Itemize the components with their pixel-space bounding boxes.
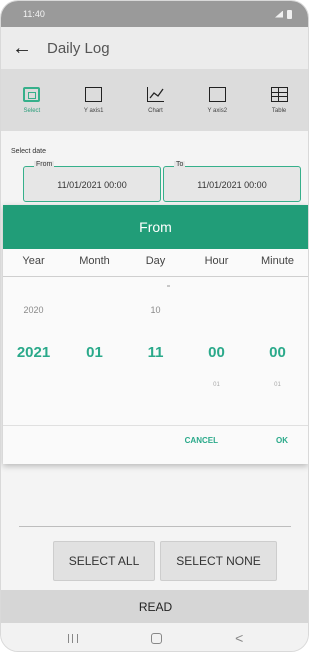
select-none-button[interactable]: SELECT NONE [160,541,277,581]
day-wheel-selected[interactable]: 11 [125,344,186,361]
column-day-header: Day [145,255,166,267]
tab-chart[interactable]: Chart [125,69,187,131]
year-wheel-selected[interactable]: 2021 [3,344,64,361]
read-button[interactable]: READ [1,590,308,623]
hour-wheel-previous[interactable] [186,305,247,315]
home-icon[interactable] [150,632,162,644]
phone-screen: 11:40 ← Daily Log Select Y axis1 Chart Y… [0,0,309,652]
picker-row-previous: 2020 10 [3,305,308,315]
year-wheel-next[interactable] [3,382,64,388]
status-time: 11:40 [23,9,45,19]
tab-table-label: Table [271,107,287,114]
tab-chart-label: Chart [148,107,163,114]
day-wheel-previous[interactable]: 10 [125,305,186,315]
picker-row-selected: 2021 01 11 00 00 [3,344,308,361]
divider [19,526,291,527]
cancel-button[interactable]: CANCEL [185,434,218,447]
tab-y-axis1-label: Y axis1 [83,107,104,114]
tab-y-axis2-label: Y axis2 [207,107,228,114]
to-date-field[interactable]: To 11/01/2021 00:00 [163,161,301,202]
system-back-icon[interactable]: < [235,631,243,645]
from-date-field[interactable]: From 11/01/2021 00:00 [23,161,161,202]
app-bar: ← Daily Log [1,27,308,69]
tab-table[interactable]: Table [248,69,308,131]
battery-icon [287,9,292,19]
chart-icon [146,86,164,102]
month-wheel-next[interactable] [64,382,125,388]
month-wheel-selected[interactable]: 01 [64,344,125,361]
select-date-label: Select date [11,148,47,155]
column-month-header: Month [79,255,110,267]
column-year-header: Year [22,255,45,267]
table-icon [270,86,288,102]
hour-wheel-next[interactable]: 01 [186,382,247,388]
select-all-button[interactable]: SELECT ALL [53,541,155,581]
tab-y-axis2[interactable]: Y axis2 [186,69,248,131]
year-wheel-previous[interactable]: 2020 [3,305,64,315]
dialog-divider [3,425,308,426]
hour-wheel-selected[interactable]: 00 [186,344,247,361]
ok-button[interactable]: OK [276,434,288,447]
signal-icon [275,10,283,18]
day-scroll-tick [167,285,170,287]
tab-select-label: Select [23,107,41,114]
minute-wheel-previous[interactable] [247,305,308,315]
page-title: Daily Log [47,39,110,57]
picker-row-next: 01 01 [3,382,308,388]
column-minute-header: Minute [260,255,295,267]
to-date-value: 11/01/2021 00:00 [197,180,267,190]
from-date-caption: From [34,161,55,168]
dialog-title: From [3,205,308,249]
from-date-value: 11/01/2021 00:00 [57,180,127,190]
to-date-caption: To [174,161,186,168]
status-bar: 11:40 [1,1,308,27]
tab-bar: Select Y axis1 Chart Y axis2 Table [1,69,308,131]
recent-apps-icon[interactable] [67,633,78,643]
system-nav-bar: < [1,623,308,651]
date-picker-dialog: From Year Month Day Hour Minute 2020 10 … [3,205,308,464]
back-arrow-icon[interactable]: ← [1,37,43,60]
tab-select[interactable]: Select [1,69,63,131]
status-icons [275,9,292,19]
day-wheel-next[interactable] [125,382,186,388]
selection-buttons: SELECT ALL SELECT NONE [53,541,277,581]
column-hour-header: Hour [204,255,229,267]
dialog-actions: CANCEL OK [185,434,308,447]
select-icon [23,86,41,102]
month-wheel-previous[interactable] [64,305,125,315]
minute-wheel-selected[interactable]: 00 [247,344,308,361]
box-icon [85,86,103,102]
picker-column-headers: Year Month Day Hour Minute [3,255,308,277]
minute-wheel-next[interactable]: 01 [247,382,308,388]
box-icon [208,86,226,102]
tab-y-axis1[interactable]: Y axis1 [63,69,125,131]
